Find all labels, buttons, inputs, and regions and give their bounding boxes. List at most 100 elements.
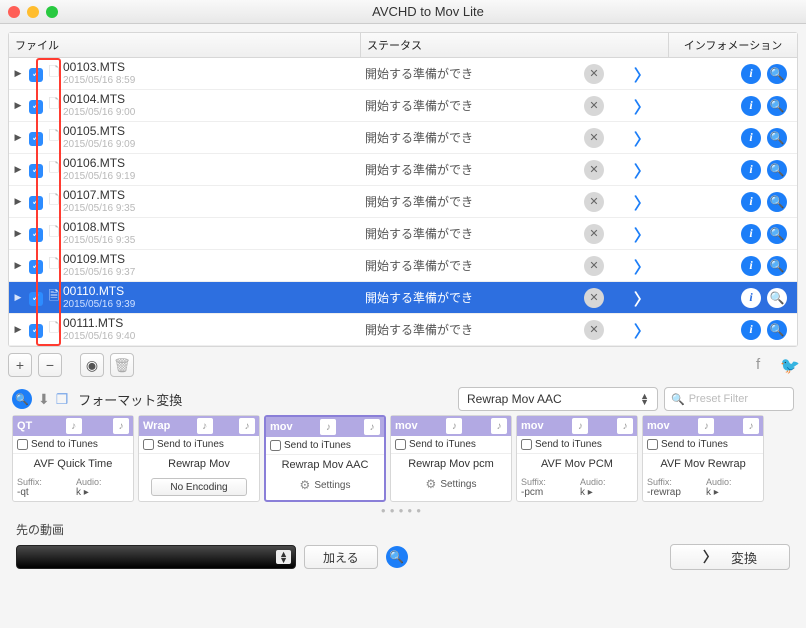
preset-card[interactable]: mov♪♪Send to iTunesAVF Mov PCMSuffix:-pc… [516, 415, 638, 502]
preset-card[interactable]: mov♪♪Send to iTunesRewrap Mov AAC⚙Settin… [264, 415, 386, 502]
column-status[interactable]: ステータス [361, 33, 669, 57]
send-to-itunes-checkbox[interactable] [270, 440, 281, 451]
preview-button[interactable]: 🔍 [767, 128, 787, 148]
row-checkbox-wrap[interactable] [27, 194, 45, 210]
row-checkbox-wrap[interactable] [27, 66, 45, 82]
row-checkbox-wrap[interactable] [27, 226, 45, 242]
expand-chevron[interactable]: 〉 [634, 62, 650, 86]
preview-button[interactable]: 🔍 [767, 320, 787, 340]
disclosure-triangle[interactable]: ▶ [9, 68, 27, 79]
cancel-job-button[interactable]: ✕ [584, 160, 604, 180]
preset-card[interactable]: Wrap♪♪Send to iTunesRewrap MovNo Encodin… [138, 415, 260, 502]
cancel-job-button[interactable]: ✕ [584, 224, 604, 244]
row-checkbox[interactable] [29, 196, 43, 210]
cancel-job-button[interactable]: ✕ [584, 128, 604, 148]
format-dropdown[interactable]: Rewrap Mov AAC ▲▼ [458, 387, 658, 411]
file-row[interactable]: ▶🗋00111.MTS2015/05/16 9:40開始する準備ができ✕〉i🔍 [9, 314, 797, 346]
cancel-job-button[interactable]: ✕ [584, 288, 604, 308]
file-row[interactable]: ▶🗋00109.MTS2015/05/16 9:37開始する準備ができ✕〉i🔍 [9, 250, 797, 282]
close-window-button[interactable] [8, 6, 20, 18]
send-to-itunes-checkbox[interactable] [143, 439, 154, 450]
disclosure-triangle[interactable]: ▶ [9, 324, 27, 335]
preset-card[interactable]: mov♪♪Send to iTunesRewrap Mov pcm⚙Settin… [390, 415, 512, 502]
minimize-window-button[interactable] [27, 6, 39, 18]
info-button[interactable]: i [741, 160, 761, 180]
send-to-itunes-checkbox[interactable] [647, 439, 658, 450]
preview-button[interactable]: 🔍 [767, 64, 787, 84]
disclosure-triangle[interactable]: ▶ [9, 228, 27, 239]
send-to-itunes[interactable]: Send to iTunes [139, 436, 259, 454]
expand-chevron[interactable]: 〉 [634, 126, 650, 150]
row-checkbox[interactable] [29, 68, 43, 82]
info-button[interactable]: i [741, 192, 761, 212]
file-row[interactable]: ▶🗋00107.MTS2015/05/16 9:35開始する準備ができ✕〉i🔍 [9, 186, 797, 218]
row-checkbox-wrap[interactable] [27, 322, 45, 338]
destination-dropdown[interactable]: ▲▼ [16, 545, 296, 569]
expand-chevron[interactable]: 〉 [634, 318, 650, 342]
row-checkbox-wrap[interactable] [27, 98, 45, 114]
file-row[interactable]: ▶🗋00105.MTS2015/05/16 9:09開始する準備ができ✕〉i🔍 [9, 122, 797, 154]
file-row[interactable]: ▶🗋00104.MTS2015/05/16 9:00開始する準備ができ✕〉i🔍 [9, 90, 797, 122]
cancel-job-button[interactable]: ✕ [584, 320, 604, 340]
cancel-job-button[interactable]: ✕ [584, 192, 604, 212]
row-checkbox[interactable] [29, 228, 43, 242]
row-checkbox[interactable] [29, 324, 43, 338]
settings-label[interactable]: Settings [314, 480, 350, 491]
file-row[interactable]: ▶🗋00108.MTS2015/05/16 9:35開始する準備ができ✕〉i🔍 [9, 218, 797, 250]
expand-chevron[interactable]: 〉 [634, 158, 650, 182]
no-encoding-button[interactable]: No Encoding [151, 478, 247, 496]
destination-search-button[interactable]: 🔍 [386, 546, 408, 568]
column-file[interactable]: ファイル [9, 33, 361, 57]
preset-card[interactable]: QT♪♪Send to iTunesAVF Quick TimeSuffix:-… [12, 415, 134, 502]
row-checkbox[interactable] [29, 292, 43, 306]
info-button[interactable]: i [741, 320, 761, 340]
expand-chevron[interactable]: 〉 [634, 222, 650, 246]
disclosure-triangle[interactable]: ▶ [9, 260, 27, 271]
send-to-itunes[interactable]: Send to iTunes [266, 437, 384, 455]
zoom-window-button[interactable] [46, 6, 58, 18]
preview-button[interactable]: 🔍 [767, 192, 787, 212]
twitter-icon[interactable]: 🐦 [780, 356, 798, 374]
file-row[interactable]: ▶🗋00106.MTS2015/05/16 9:19開始する準備ができ✕〉i🔍 [9, 154, 797, 186]
send-to-itunes[interactable]: Send to iTunes [517, 436, 637, 454]
info-button[interactable]: i [741, 96, 761, 116]
expand-chevron[interactable]: 〉 [634, 286, 650, 310]
disclosure-triangle[interactable]: ▶ [9, 196, 27, 207]
info-button[interactable]: i [741, 288, 761, 308]
convert-button[interactable]: 〉 変換 [670, 544, 790, 570]
row-checkbox[interactable] [29, 132, 43, 146]
row-checkbox-wrap[interactable] [27, 290, 45, 306]
send-to-itunes-checkbox[interactable] [521, 439, 532, 450]
preview-button[interactable]: 🔍 [767, 256, 787, 276]
trash-button[interactable]: 🗑 [110, 353, 134, 377]
send-to-itunes[interactable]: Send to iTunes [13, 436, 133, 454]
disclosure-triangle[interactable]: ▶ [9, 132, 27, 143]
disclosure-triangle[interactable]: ▶ [9, 292, 27, 303]
preset-filter-input[interactable]: 🔍 Preset Filter [664, 387, 794, 411]
expand-chevron[interactable]: 〉 [634, 254, 650, 278]
preview-button[interactable]: 🔍 [767, 160, 787, 180]
presets-icon[interactable]: ❐ [56, 391, 69, 408]
row-checkbox[interactable] [29, 100, 43, 114]
disclosure-triangle[interactable]: ▶ [9, 100, 27, 111]
row-checkbox-wrap[interactable] [27, 258, 45, 274]
cancel-job-button[interactable]: ✕ [584, 96, 604, 116]
row-checkbox[interactable] [29, 164, 43, 178]
file-row[interactable]: ▶🗎00110.MTS2015/05/16 9:39開始する準備ができ✕〉i🔍 [9, 282, 797, 314]
preset-card[interactable]: mov♪♪Send to iTunesAVF Mov RewrapSuffix:… [642, 415, 764, 502]
preview-button[interactable]: 🔍 [767, 96, 787, 116]
file-row[interactable]: ▶🗋00103.MTS2015/05/16 8:59開始する準備ができ✕〉i🔍 [9, 58, 797, 90]
facebook-icon[interactable]: f [756, 356, 774, 374]
preview-button[interactable]: 🔍 [767, 288, 787, 308]
info-button[interactable]: i [741, 224, 761, 244]
preview-button[interactable]: 🔍 [767, 224, 787, 244]
cancel-job-button[interactable]: ✕ [584, 64, 604, 84]
refresh-button[interactable]: ◉ [80, 353, 104, 377]
send-to-itunes[interactable]: Send to iTunes [643, 436, 763, 454]
info-button[interactable]: i [741, 128, 761, 148]
column-info[interactable]: インフォメーション [669, 33, 797, 57]
expand-chevron[interactable]: 〉 [634, 190, 650, 214]
row-checkbox[interactable] [29, 260, 43, 274]
row-checkbox-wrap[interactable] [27, 162, 45, 178]
remove-file-button[interactable]: − [38, 353, 62, 377]
